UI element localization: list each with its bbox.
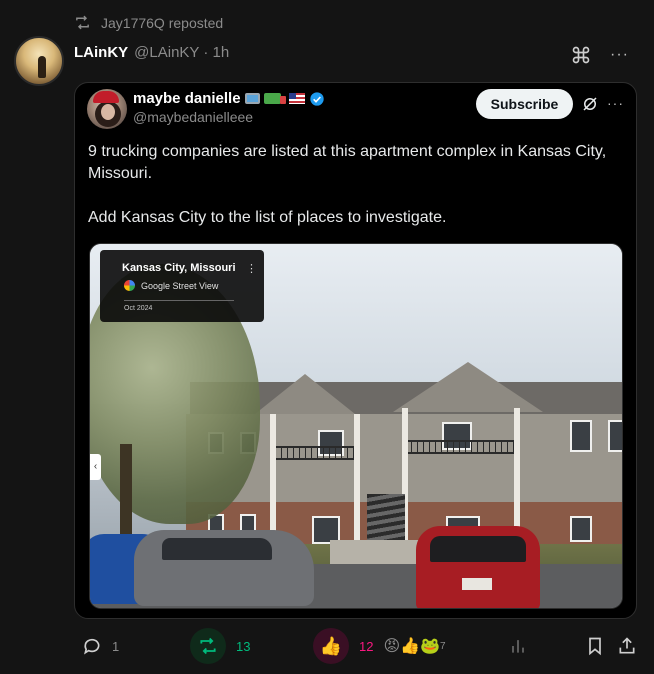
author-handle-time[interactable]: @LAinKY · 1h xyxy=(134,44,229,61)
repost-icon xyxy=(76,15,89,30)
quoted-more-icon[interactable]: ··· xyxy=(607,95,624,111)
quoted-author-name-row[interactable]: maybe danielle xyxy=(133,90,325,107)
google-logo-icon xyxy=(124,280,135,291)
verified-badge-icon xyxy=(309,91,324,106)
quoted-author-handle[interactable]: @maybedanielleee xyxy=(133,109,253,125)
repost-text: Jay1776Q reposted xyxy=(101,14,224,31)
thumbs-up-icon: 👍 xyxy=(313,628,349,664)
street-view-location: Kansas City, Missouri xyxy=(122,262,236,274)
analytics-action[interactable] xyxy=(508,624,528,668)
angry-face-icon: 😡 xyxy=(383,638,401,655)
truck-emoji-icon xyxy=(263,93,286,104)
quoted-text-paragraph-1: 9 trucking companies are listed at this … xyxy=(88,143,607,182)
subscribe-button[interactable]: Subscribe xyxy=(476,89,573,119)
bookmark-action[interactable] xyxy=(585,624,605,668)
post-header: LAinKY @LAinKY · 1h xyxy=(74,44,229,61)
author-avatar[interactable] xyxy=(14,36,64,86)
share-action[interactable] xyxy=(617,624,637,668)
street-view-label: Kansas City, Missouri Google Street View… xyxy=(100,250,264,322)
flag-reaction-icon: 🐸 xyxy=(420,638,440,655)
quoted-post-card[interactable]: maybe danielle @maybedanielleee Subscrib… xyxy=(74,82,637,619)
repost-count: 13 xyxy=(236,638,251,654)
image-side-tab[interactable]: ‹ xyxy=(90,454,101,480)
us-flag-emoji-icon xyxy=(288,93,305,104)
post-action-bar: 1 13 👍 12 😡 👍 🐸 7 xyxy=(0,624,654,668)
quoted-text-paragraph-2: Add Kansas City to the list of places to… xyxy=(88,209,447,226)
reply-count: 1 xyxy=(112,638,120,654)
author-name[interactable]: LAinKY xyxy=(74,44,128,61)
quoted-author-name: maybe danielle xyxy=(133,90,241,107)
reaction-count: 7 xyxy=(440,640,446,652)
share-icon xyxy=(619,637,635,654)
like-count: 12 xyxy=(359,638,374,654)
repost-context[interactable]: Jay1776Q reposted xyxy=(74,14,223,31)
laptop-emoji-icon xyxy=(244,93,260,104)
street-view-date: Oct 2024 xyxy=(124,305,153,312)
reply-action[interactable]: 1 xyxy=(82,624,119,668)
quoted-author-avatar[interactable] xyxy=(87,89,127,129)
street-view-source: Google Street View xyxy=(124,280,218,291)
post-more-icon[interactable]: ··· xyxy=(610,46,629,64)
repost-action[interactable]: 13 xyxy=(190,624,250,668)
street-view-source-text: Google Street View xyxy=(141,280,219,291)
thumbs-up-reaction-icon: 👍 xyxy=(400,638,421,655)
grok-icon[interactable] xyxy=(581,95,599,113)
repost-icon xyxy=(200,637,216,655)
street-view-photo[interactable]: Kansas City, Missouri Google Street View… xyxy=(89,243,623,609)
like-action[interactable]: 👍 12 😡 👍 🐸 7 xyxy=(313,624,446,668)
quoted-post-text: 9 trucking companies are listed at this … xyxy=(88,141,608,251)
reply-icon xyxy=(84,638,100,655)
reaction-summary[interactable]: 😡 👍 🐸 7 xyxy=(383,636,445,656)
command-icon[interactable] xyxy=(571,45,591,65)
analytics-icon xyxy=(512,640,524,653)
street-view-more-icon: ⋮ xyxy=(246,263,257,275)
bookmark-icon xyxy=(589,637,601,656)
